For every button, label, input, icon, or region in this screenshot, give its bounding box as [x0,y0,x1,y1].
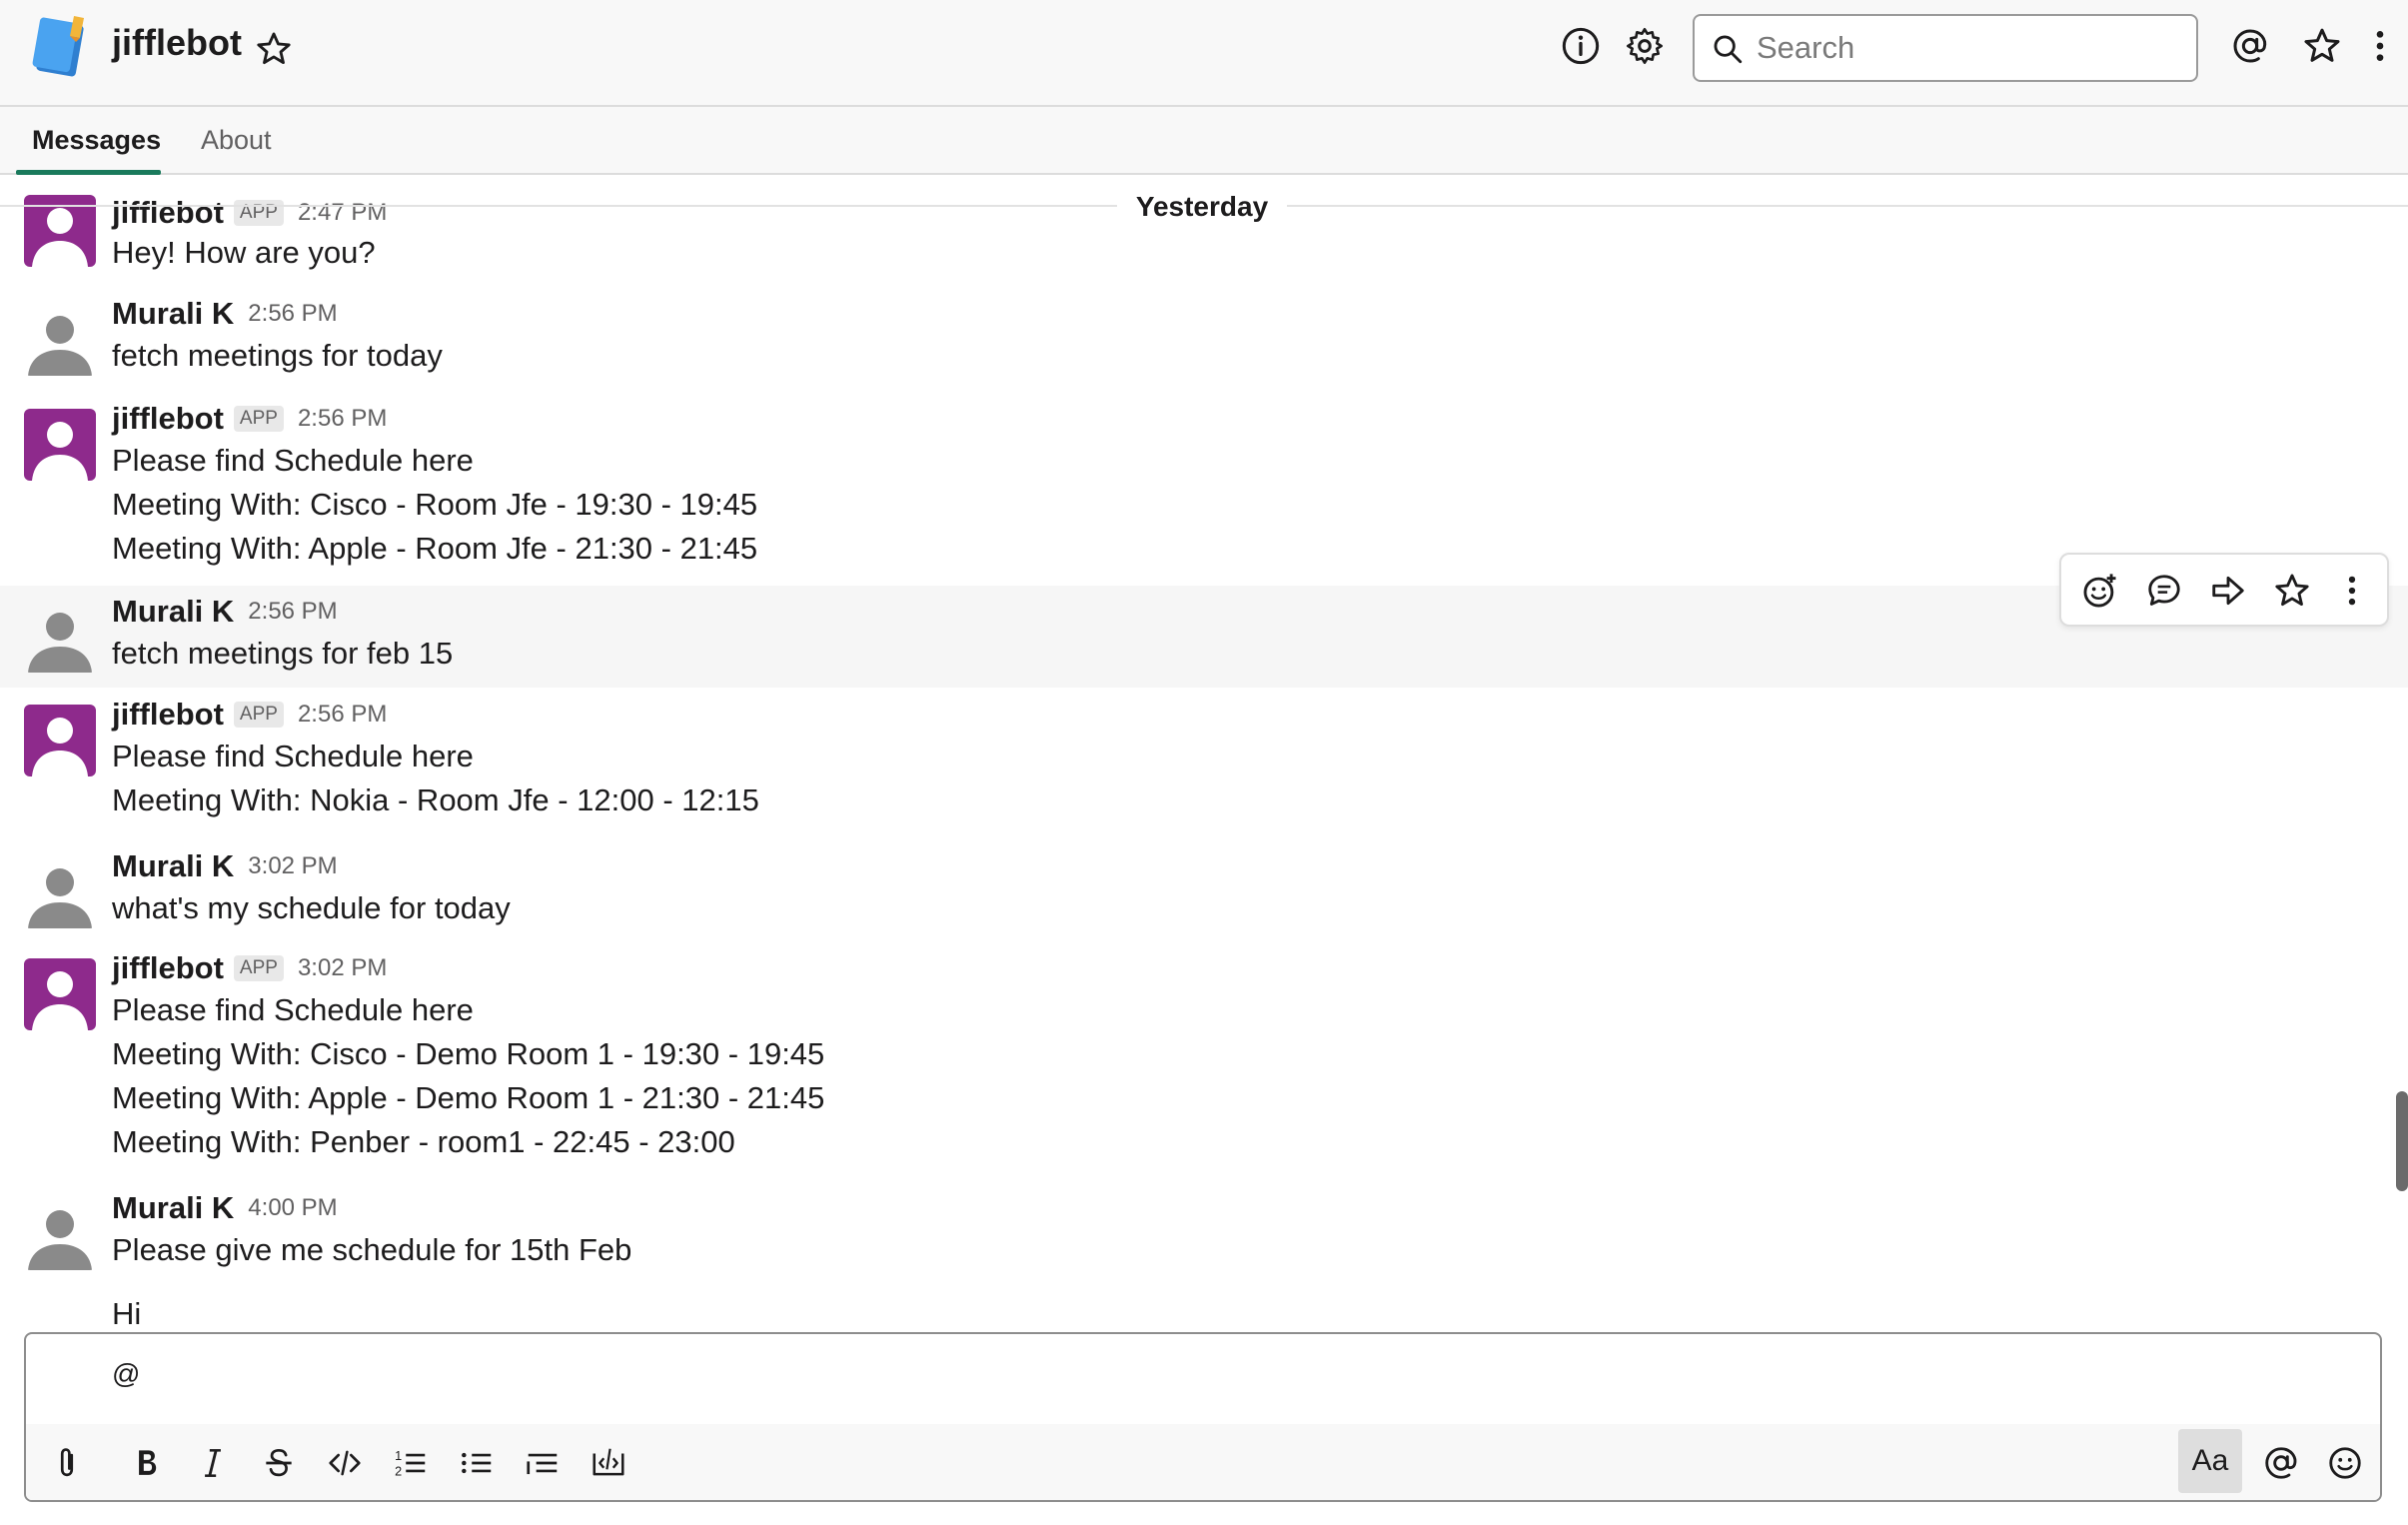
emoji-icon[interactable] [2326,1444,2364,1482]
user-avatar[interactable] [24,601,96,673]
user-avatar[interactable] [24,304,96,376]
blockquote-icon[interactable] [524,1444,562,1482]
sender-name[interactable]: jifflebot [112,950,224,985]
message-text: Meeting With: Apple - Room Jfe - 21:30 -… [112,531,758,566]
channel-header: jifflebot [0,0,2408,107]
sender-name[interactable]: jifflebot [112,195,224,230]
more-actions-icon[interactable] [2337,572,2367,610]
bold-icon[interactable] [128,1444,166,1482]
channel-title: jifflebot [112,22,242,63]
timestamp[interactable]: 3:02 PM [248,852,337,879]
message-text: Please find Schedule here [112,739,474,773]
message-header: Murali K 2:56 PM [112,594,338,634]
user-avatar[interactable] [24,1198,96,1270]
search-input[interactable] [1757,26,2176,70]
svg-text:2: 2 [395,1465,402,1479]
timestamp[interactable]: 2:56 PM [298,701,387,728]
app-logo-icon [32,16,84,77]
message-text: Meeting With: Cisco - Demo Room 1 - 19:3… [112,1036,825,1071]
message-header: Murali K 4:00 PM [112,1190,338,1230]
message-item[interactable]: Murali K 2:56 PM fetch meetings for today [0,294,2408,384]
strikethrough-icon[interactable] [260,1444,298,1482]
message-list[interactable]: jifflebot APP 2:47 PM Hey! How are you? Mu… [0,177,2408,1331]
tab-messages[interactable]: Messages [32,125,161,156]
sender-name[interactable]: Murali K [112,1190,234,1225]
message-composer[interactable]: @ 1 2 Aa [24,1332,2382,1502]
tab-about[interactable]: About [201,125,272,156]
message-text: Meeting With: Cisco - Room Jfe - 19:30 -… [112,487,758,522]
timestamp[interactable]: 2:56 PM [248,300,337,327]
bot-avatar[interactable] [24,705,96,776]
message-header: jifflebot APP 2:56 PM [112,401,387,441]
message-item[interactable]: Murali K 2:56 PM fetch meetings for feb 1… [0,586,2408,688]
message-text: Meeting With: Apple - Demo Room 1 - 21:3… [112,1080,825,1115]
app-badge: APP [233,955,284,981]
user-avatar[interactable] [24,856,96,928]
message-text: Meeting With: Nokia - Room Jfe - 12:00 -… [112,782,759,817]
add-reaction-icon[interactable] [2081,572,2119,610]
info-icon[interactable] [1561,26,1601,66]
message-actions-toolbar [2059,553,2389,627]
app-badge: APP [233,702,284,728]
app-badge: APP [233,200,284,226]
message-item[interactable]: Murali K 4:00 PM Please give me schedule … [0,1188,2408,1331]
sender-name[interactable]: jifflebot [112,401,224,436]
bot-avatar[interactable] [24,409,96,481]
message-text: Hi [112,1296,142,1331]
share-message-icon[interactable] [2209,572,2247,610]
composer-input[interactable]: @ [112,1358,140,1390]
timestamp[interactable]: 2:56 PM [298,405,387,432]
star-icon[interactable] [255,30,293,68]
message-text: Meeting With: Penber - room1 - 22:45 - 2… [112,1124,735,1159]
message-item[interactable]: jifflebot APP 3:02 PM Please find Schedule… [0,948,2408,1168]
message-text: Hey! How are you? [112,235,376,270]
sender-name[interactable]: jifflebot [112,697,224,732]
timestamp[interactable]: 2:47 PM [298,199,387,226]
channel-tabs: Messages About [0,107,2408,175]
message-header: jifflebot APP 3:02 PM [112,950,387,990]
timestamp[interactable]: 2:56 PM [248,598,337,625]
scrollbar-thumb[interactable] [2396,1091,2408,1191]
attachment-icon[interactable] [48,1444,86,1482]
timestamp[interactable]: 3:02 PM [298,954,387,981]
formatting-toolbar: 1 2 Aa [26,1424,2380,1500]
message-text: fetch meetings for today [112,338,443,373]
star-icon[interactable] [2273,572,2311,610]
sender-name[interactable]: Murali K [112,594,234,629]
message-text: Please give me schedule for 15th Feb [112,1232,632,1267]
at-icon[interactable] [2230,26,2270,66]
more-vertical-icon[interactable] [2364,26,2396,66]
message-text: Please find Schedule here [112,992,474,1027]
at-icon[interactable] [2262,1444,2300,1482]
sender-name[interactable]: Murali K [112,848,234,883]
ordered-list-icon[interactable]: 1 2 [392,1444,430,1482]
app-badge: APP [233,406,284,432]
search-icon [1714,35,1743,64]
italic-icon[interactable] [194,1444,232,1482]
active-tab-indicator [16,170,161,175]
bulleted-list-icon[interactable] [458,1444,496,1482]
code-icon[interactable] [326,1444,364,1482]
star-icon[interactable] [2302,26,2342,66]
sender-name[interactable]: Murali K [112,296,234,331]
message-text: Please find Schedule here [112,443,474,478]
message-item[interactable]: jifflebot APP 2:56 PM Please find Schedule… [0,399,2408,577]
bot-avatar[interactable] [24,958,96,1030]
timestamp[interactable]: 4:00 PM [248,1194,337,1221]
message-header: jifflebot APP 2:47 PM [112,195,387,235]
search-box[interactable] [1693,14,2198,82]
message-header: Murali K 3:02 PM [112,848,338,888]
message-item[interactable]: Murali K 3:02 PM what's my schedule for t… [0,846,2408,936]
message-header: jifflebot APP 2:56 PM [112,697,387,737]
gear-icon[interactable] [1625,26,1665,66]
reply-thread-icon[interactable] [2145,572,2183,610]
svg-text:1: 1 [395,1449,402,1463]
day-divider-label[interactable]: Yesterday [1117,187,1287,227]
code-block-icon[interactable] [590,1444,627,1482]
message-text: fetch meetings for feb 15 [112,636,454,671]
message-item[interactable]: jifflebot APP 2:56 PM Please find Schedule… [0,695,2408,826]
message-header: Murali K 2:56 PM [112,296,338,336]
formatting-toggle-button[interactable]: Aa [2178,1429,2242,1493]
message-text: what's my schedule for today [112,890,511,925]
